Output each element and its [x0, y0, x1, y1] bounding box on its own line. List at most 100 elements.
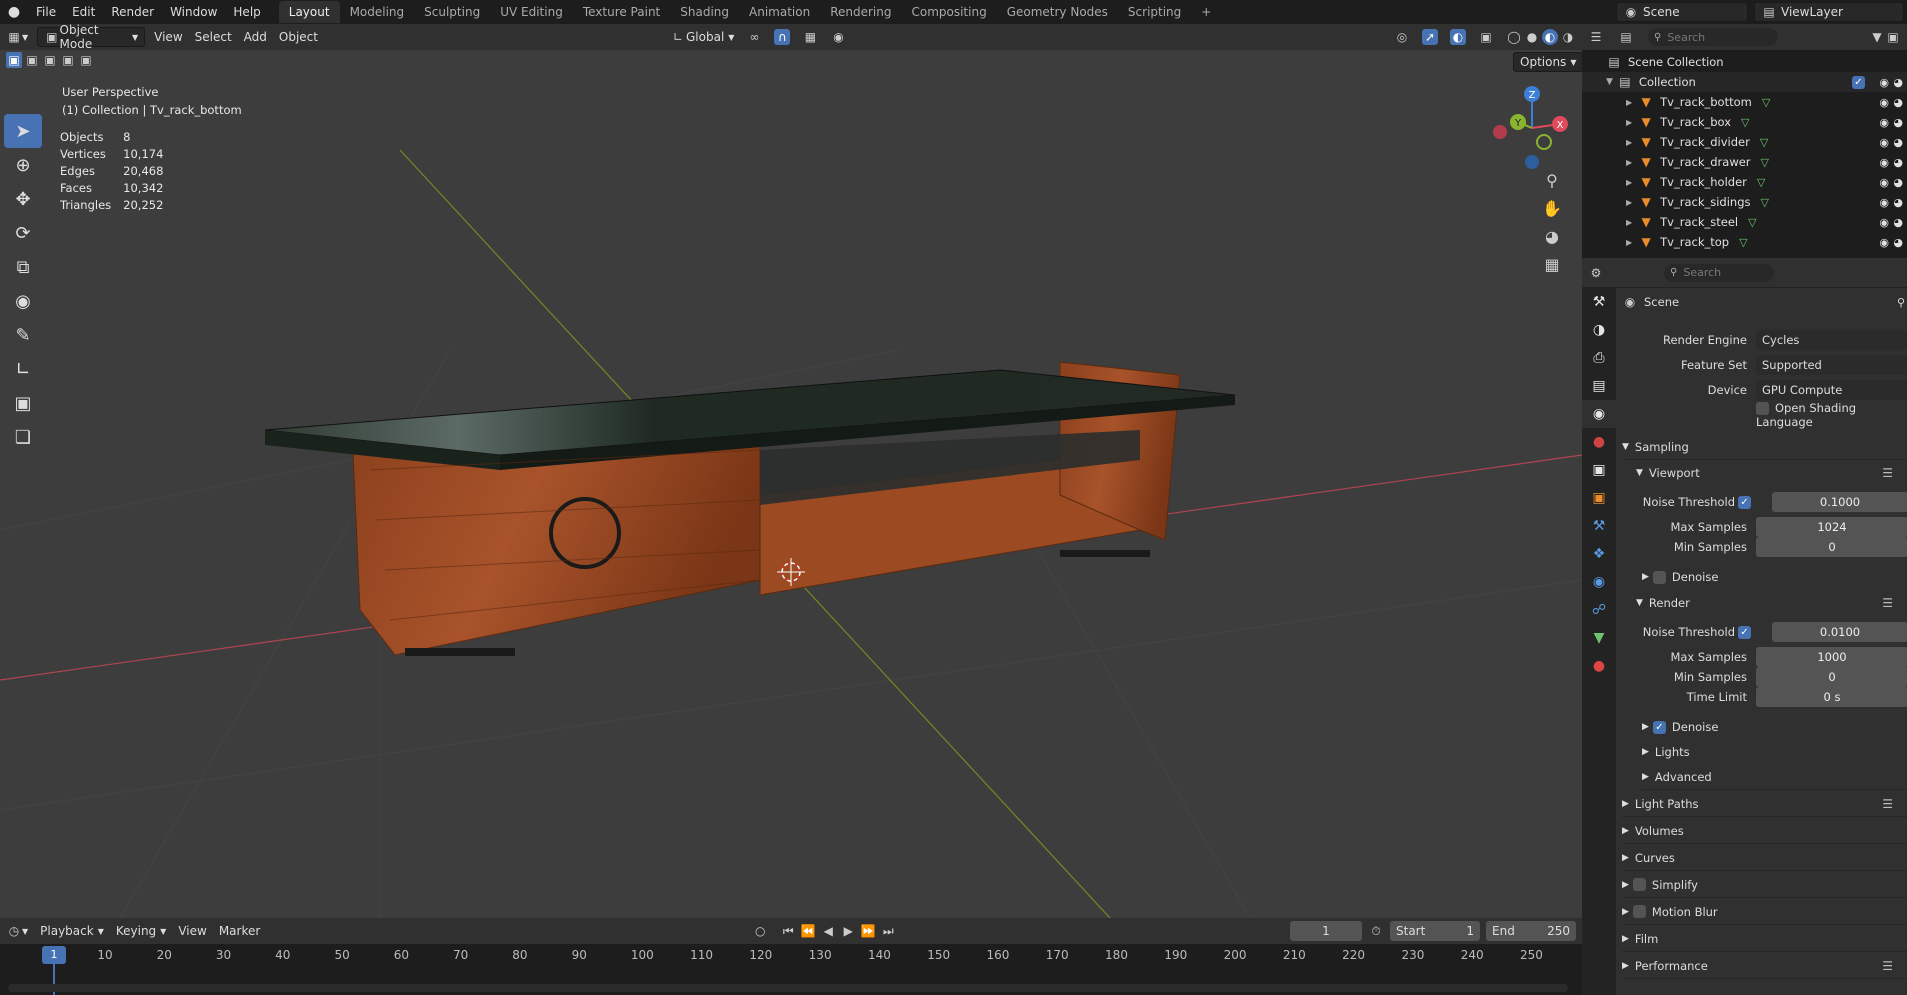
chevron-right-icon[interactable]: ▶ — [1626, 98, 1632, 107]
osl-checkbox-wrap[interactable]: Open Shading Language — [1756, 401, 1907, 429]
presets-list-icon[interactable]: ☰ — [1882, 797, 1893, 811]
menu-render[interactable]: Render — [103, 0, 162, 24]
outliner-object-row[interactable]: ▶ ▼ Tv_rack_box ▽ ◉ ◕ — [1582, 112, 1907, 132]
tab-geometry-nodes[interactable]: Geometry Nodes — [997, 1, 1118, 23]
blender-logo-icon[interactable]: ● — [0, 0, 28, 24]
transform-orientation-dropdown[interactable]: ∟ Global ▼ — [664, 27, 740, 47]
chevron-right-icon[interactable]: ▶ — [1626, 138, 1632, 147]
camera-icon[interactable]: ◕ — [1893, 96, 1903, 109]
chevron-right-icon[interactable]: ▶ — [1626, 158, 1632, 167]
physics-tab-icon[interactable]: ◉ — [1582, 568, 1616, 596]
vp-noise-threshold-checkbox[interactable]: ✓ — [1738, 495, 1751, 509]
tab-sculpting[interactable]: Sculpting — [414, 1, 490, 23]
r-noise-threshold-checkbox[interactable]: ✓ — [1738, 625, 1751, 639]
object-tab-icon[interactable]: ▣ — [1582, 484, 1616, 512]
scale-tool[interactable]: ⧉ — [4, 250, 42, 284]
world-tab-icon[interactable]: ● — [1582, 428, 1616, 456]
mesh-data-icon[interactable]: ▽ — [1761, 156, 1769, 169]
performance-panel[interactable]: ▶ Performance ☰ — [1622, 953, 1907, 979]
scene-tab-icon[interactable]: ◉ — [1582, 400, 1616, 428]
mesh-data-icon[interactable]: ▽ — [1739, 236, 1747, 249]
mesh-data-icon[interactable]: ▽ — [1757, 176, 1765, 189]
hand-pan-icon[interactable]: ✋ — [1538, 194, 1566, 222]
tab-modeling[interactable]: Modeling — [340, 1, 415, 23]
osl-checkbox[interactable] — [1756, 402, 1769, 415]
outliner-object-row[interactable]: ▶ ▼ Tv_rack_bottom ▽ ◉ ◕ — [1582, 92, 1907, 112]
rendered-shading-icon[interactable]: ◑ — [1560, 29, 1576, 45]
render-tab-icon[interactable]: ◑ — [1582, 316, 1616, 344]
render-engine-dropdown[interactable]: Cycles — [1756, 330, 1907, 350]
presets-list-icon[interactable]: ☰ — [1882, 596, 1893, 610]
feature-set-dropdown[interactable]: Supported — [1756, 355, 1907, 375]
chevron-right-icon[interactable]: ▶ — [1626, 178, 1632, 187]
transform-tool[interactable]: ◉ — [4, 284, 42, 318]
camera-icon[interactable]: ◕ — [1893, 116, 1903, 129]
timeline-scrollbar[interactable] — [8, 984, 1568, 992]
zoom-icon[interactable]: ⚲ — [1538, 166, 1566, 194]
tab-shading[interactable]: Shading — [670, 1, 739, 23]
eye-icon[interactable]: ◉ — [1879, 96, 1889, 109]
view-layer-tab-icon[interactable]: ▤ — [1582, 372, 1616, 400]
menu-view[interactable]: View — [148, 27, 188, 47]
device-dropdown[interactable]: GPU Compute — [1756, 380, 1907, 400]
chevron-right-icon[interactable]: ▶ — [1626, 218, 1632, 227]
camera-icon[interactable]: ◕ — [1893, 176, 1903, 189]
outliner-object-row[interactable]: ▶ ▼ Tv_rack_drawer ▽ ◉ ◕ — [1582, 152, 1907, 172]
eye-icon[interactable]: ◉ — [1879, 116, 1889, 129]
outliner-editor-icon[interactable]: ☰ — [1588, 29, 1604, 45]
properties-search-input[interactable]: ⚲ Search — [1664, 263, 1774, 282]
render-subpanel-header[interactable]: ▼ Render ☰ — [1636, 590, 1907, 616]
menu-object[interactable]: Object — [273, 27, 324, 47]
tab-animation[interactable]: Animation — [739, 1, 820, 23]
outliner-object-row[interactable]: ▶ ▼ Tv_rack_steel ▽ ◉ ◕ — [1582, 212, 1907, 232]
mesh-data-icon[interactable]: ▽ — [1762, 96, 1770, 109]
modifier-tab-icon[interactable]: ⚒ — [1582, 512, 1616, 540]
properties-editor-icon[interactable]: ⚙ — [1588, 265, 1604, 281]
data-tab-icon[interactable]: ▼ — [1582, 624, 1616, 652]
3d-viewport[interactable]: User Perspective (1) Collection | Tv_rac… — [0, 50, 1582, 918]
motion-blur-panel[interactable]: ▶ Motion Blur — [1622, 899, 1907, 925]
vp-denoise-checkbox[interactable] — [1652, 570, 1666, 584]
eye-icon[interactable]: ◉ — [1879, 156, 1889, 169]
constraints-tab-icon[interactable]: ☍ — [1582, 596, 1616, 624]
eye-icon[interactable]: ◉ — [1879, 216, 1889, 229]
outliner-object-row[interactable]: ▶ ▼ Tv_rack_top ▽ ◉ ◕ — [1582, 232, 1907, 252]
navigation-gizmo[interactable]: Z X Y — [1488, 86, 1568, 170]
outliner-object-row[interactable]: ▶ ▼ Tv_rack_divider ▽ ◉ ◕ — [1582, 132, 1907, 152]
eye-icon[interactable]: ◉ — [1879, 136, 1889, 149]
output-tab-icon[interactable]: ⎙ — [1582, 344, 1616, 372]
simplify-checkbox[interactable] — [1632, 878, 1646, 891]
tv-rack-model[interactable] — [264, 361, 1236, 656]
motion-blur-checkbox[interactable] — [1632, 905, 1646, 918]
menu-file[interactable]: File — [28, 0, 64, 24]
move-tool[interactable]: ✥ — [4, 182, 42, 216]
menu-select[interactable]: Select — [189, 27, 238, 47]
select-new-icon[interactable]: ▣ — [6, 52, 22, 68]
solid-shading-icon[interactable]: ● — [1524, 29, 1540, 45]
r-noise-threshold-field[interactable]: 0.0100 — [1772, 622, 1907, 642]
eye-icon[interactable]: ◉ — [1879, 236, 1889, 249]
tab-scripting[interactable]: Scripting — [1118, 1, 1191, 23]
playhead[interactable]: 1 — [42, 946, 66, 964]
filter-icon[interactable]: ▼ — [1869, 29, 1885, 45]
vp-min-samples-field[interactable]: 0 — [1756, 537, 1907, 557]
wireframe-shading-icon[interactable]: ◯ — [1506, 29, 1522, 45]
camera-icon[interactable]: ◕ — [1893, 76, 1903, 89]
select-extend-icon[interactable]: ▣ — [24, 52, 40, 68]
film-panel[interactable]: ▶ Film — [1622, 926, 1907, 952]
select-box-tool[interactable]: ➤ — [4, 114, 42, 148]
proportional-edit-button[interactable]: ◉ — [824, 27, 852, 47]
xray-toggle[interactable]: ▣ — [1472, 27, 1500, 47]
grid-view-icon[interactable]: ▦ — [1538, 250, 1566, 278]
annotate-tool[interactable]: ✎ — [4, 318, 42, 352]
sampling-panel-header[interactable]: ▼ Sampling — [1622, 434, 1907, 460]
snap-toggle[interactable]: ∩ — [768, 27, 796, 47]
chevron-right-icon[interactable]: ▶ — [1626, 118, 1632, 127]
scene-collection-row[interactable]: ▤ Scene Collection — [1582, 52, 1907, 72]
mode-selector[interactable]: ▣ Object Mode ▼ — [37, 23, 146, 51]
lights-subpanel[interactable]: ▶ Lights — [1642, 739, 1907, 765]
editor-type-button[interactable]: ▦ ▼ — [0, 27, 34, 47]
particles-tab-icon[interactable]: ❖ — [1582, 540, 1616, 568]
camera-icon[interactable]: ◕ — [1893, 216, 1903, 229]
menu-add[interactable]: Add — [238, 27, 273, 47]
